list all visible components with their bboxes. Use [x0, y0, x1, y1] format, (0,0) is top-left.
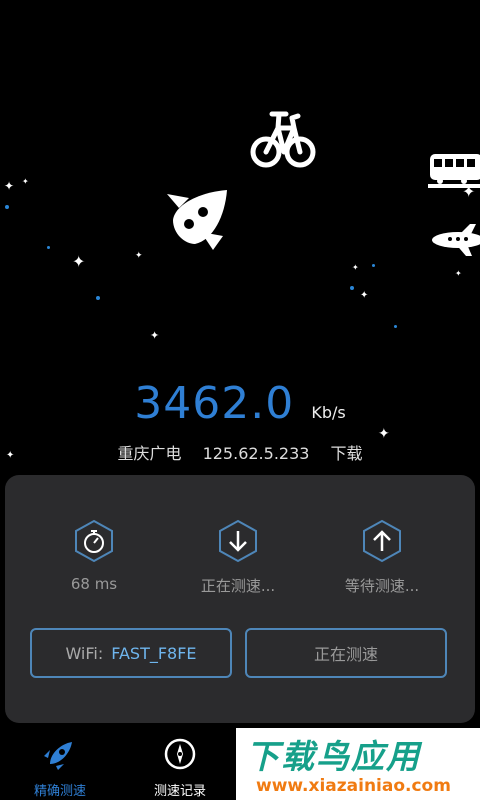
star-dot [47, 246, 50, 249]
train-icon [428, 154, 480, 188]
bicycle-icon [250, 111, 316, 168]
nav-label: 精确测速 [33, 784, 86, 799]
server-isp: 重庆广电 [117, 444, 182, 463]
watermark-url: www.xiazainiao.com [256, 776, 451, 796]
star-icon: ✦ [360, 290, 369, 301]
compass-icon [164, 738, 196, 770]
stopwatch-icon [75, 519, 113, 563]
star-dot [5, 205, 9, 209]
speed-unit: Kb/s [311, 403, 346, 422]
star-icon: ✦ [455, 269, 462, 278]
star-icon: ✦ [22, 177, 29, 186]
wifi-ssid: FAST_F8FE [111, 643, 197, 663]
star-icon: ✦ [4, 179, 15, 193]
star-icon: ✦ [378, 426, 390, 442]
download-stat: 正在测速... [168, 519, 308, 596]
watermark-logo: 下载鸟应用 www.xiazainiao.com [236, 728, 480, 800]
star-dot [394, 325, 397, 328]
upload-label: 等待测速... [344, 577, 420, 595]
upload-stat: 等待测速... [312, 519, 452, 596]
airplane-icon [432, 224, 480, 256]
star-icon: ✦ [135, 251, 143, 261]
upload-arrow-icon [363, 519, 401, 563]
speed-readout: 3462.0 Kb/s [0, 378, 480, 429]
test-direction: 下载 [330, 444, 363, 463]
star-icon: ✦ [150, 329, 160, 342]
nav-label: 测速记录 [153, 784, 206, 799]
rocket-illustration [167, 190, 227, 250]
wifi-prefix: WiFi: [65, 643, 104, 663]
download-label: 正在测速... [200, 577, 276, 595]
nav-item-precise-test[interactable]: 精确测速 [10, 736, 110, 799]
result-panel: 68 ms 正在测速... 等待测速... WiFi: FAST_F8FE 正在… [5, 475, 475, 723]
star-dot [96, 296, 100, 300]
server-ip: 125.62.5.233 [202, 444, 310, 463]
star-dot [372, 264, 375, 267]
wifi-button[interactable]: WiFi: FAST_F8FE [30, 628, 232, 678]
nav-item-test-history[interactable]: 测速记录 [130, 736, 230, 799]
watermark-title: 下载鸟应用 [246, 737, 421, 776]
star-dot [350, 286, 354, 290]
rocket-icon [44, 742, 72, 770]
testing-button[interactable]: 正在测速 [245, 628, 447, 678]
testing-button-label: 正在测速 [313, 645, 378, 664]
server-info: 重庆广电 125.62.5.233 下载 [0, 440, 480, 464]
ping-stat: 68 ms [24, 519, 164, 593]
download-arrow-icon [219, 519, 257, 563]
speed-value: 3462.0 [134, 378, 295, 429]
star-icon: ✦ [72, 252, 86, 271]
ping-label: 68 ms [70, 575, 118, 593]
star-icon: ✦ [352, 263, 359, 272]
